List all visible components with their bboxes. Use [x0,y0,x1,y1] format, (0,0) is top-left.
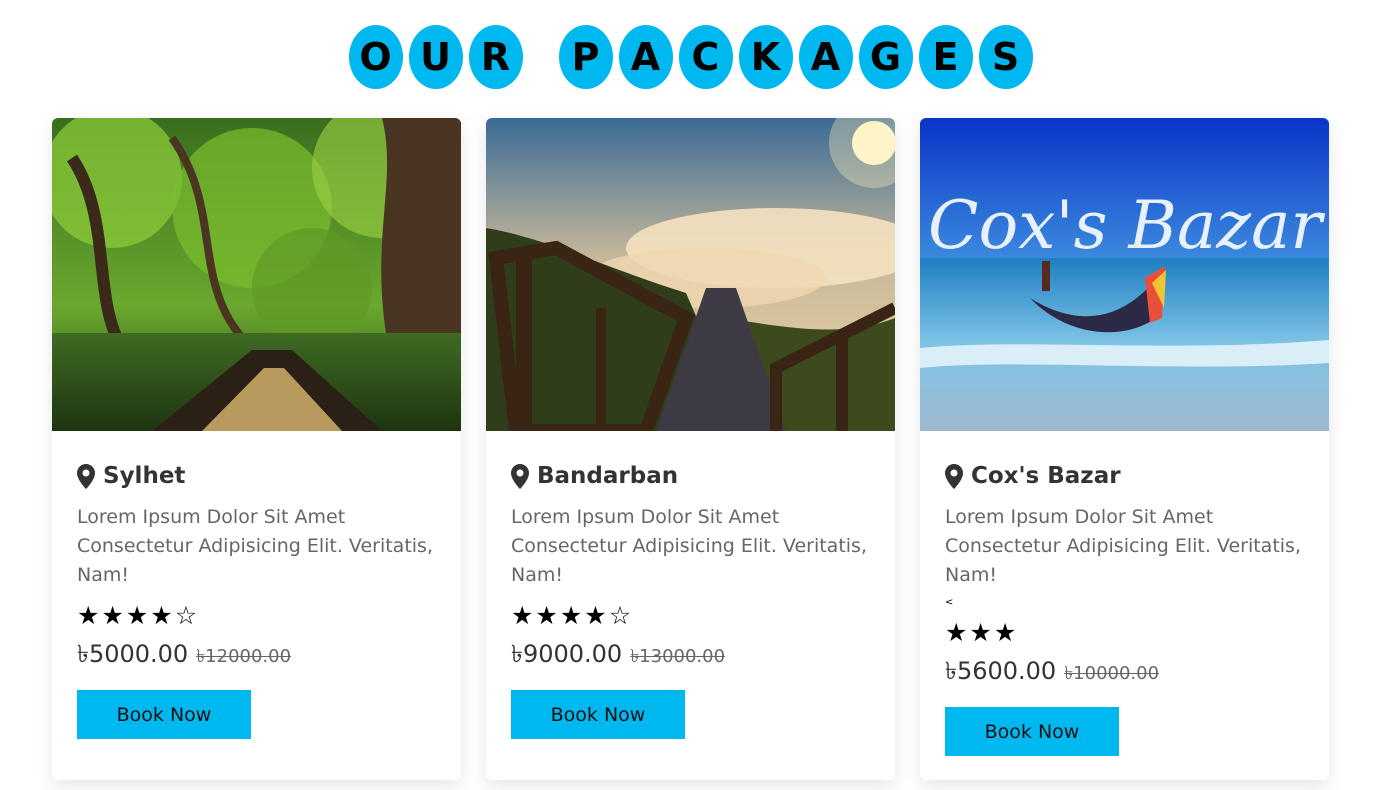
heading-letter: U [408,25,463,89]
mangrove-boat-image [52,118,461,431]
book-now-button[interactable]: Book Now [511,690,685,739]
location-row: Cox's Bazar [945,461,1304,491]
package-description: Lorem Ipsum Dolor Sit Amet Consectetur A… [945,506,1301,586]
heading-letter: S [978,25,1033,89]
map-pin-icon [945,463,963,489]
star-empty-icon: ☆ [608,600,632,630]
heading-letter: A [618,25,673,89]
heading-letter: R [468,25,523,89]
star-filled-icon: ★ [993,617,1017,647]
star-filled-icon: ★ [945,617,968,647]
star-filled-icon: ★ [77,600,100,630]
stray-text: < [945,597,954,608]
rating-stars: ★ ★ ★ ★ ☆ [511,600,870,630]
heading-letter: G [858,25,913,89]
price-row: ৳9000.00 ৳13000.00 [511,636,870,676]
star-empty-icon: ☆ [174,600,198,630]
book-now-button[interactable]: Book Now [945,707,1119,756]
heading-letter: A [798,25,853,89]
book-now-button[interactable]: Book Now [77,690,251,739]
old-price: ৳13000.00 [630,646,726,667]
star-filled-icon: ★ [125,600,149,630]
star-filled-icon: ★ [150,600,173,630]
star-filled-icon: ★ [511,600,534,630]
map-pin-icon [511,463,529,489]
location-row: Sylhet [77,461,436,491]
old-price: ৳12000.00 [196,646,292,667]
heading-word-our: O U R [346,25,526,89]
price-row: ৳5600.00 ৳10000.00 [945,653,1304,693]
heading-letter: O [348,25,403,89]
star-filled-icon: ★ [535,600,558,630]
heading-letter: P [558,25,613,89]
heading-letter: E [918,25,973,89]
current-price: ৳5600.00 [945,657,1057,685]
package-card-sylhet: Sylhet Lorem Ipsum Dolor Sit Amet Consec… [52,118,461,780]
star-filled-icon: ★ [559,600,583,630]
location-row: Bandarban [511,461,870,491]
star-filled-icon: ★ [584,600,607,630]
package-card-coxs-bazar: Cox's Bazar Cox's Bazar Lorem Ipsum Dolo… [920,118,1329,780]
image-caption-text: Cox's Bazar [928,187,1325,264]
location-name: Cox's Bazar [971,463,1121,489]
star-filled-icon: ★ [969,617,992,647]
rating-stars: ★ ★ ★ [945,617,1304,647]
location-name: Sylhet [103,463,186,489]
section-heading: O U R P A C K A G E S [0,25,1381,89]
map-pin-icon [77,463,95,489]
rating-stars: ★ ★ ★ ★ ☆ [77,600,436,630]
heading-letter: K [738,25,793,89]
current-price: ৳9000.00 [511,640,623,668]
star-filled-icon: ★ [101,600,124,630]
beach-boat-image: Cox's Bazar [920,118,1329,431]
hill-stairs-image [486,118,895,431]
location-name: Bandarban [537,463,679,489]
heading-letter: C [678,25,733,89]
package-description: Lorem Ipsum Dolor Sit Amet Consectetur A… [511,506,867,586]
package-card-bandarban: Bandarban Lorem Ipsum Dolor Sit Amet Con… [486,118,895,780]
heading-word-packages: P A C K A G E S [556,25,1036,89]
current-price: ৳5000.00 [77,640,189,668]
old-price: ৳10000.00 [1064,663,1160,684]
package-description: Lorem Ipsum Dolor Sit Amet Consectetur A… [77,506,433,586]
price-row: ৳5000.00 ৳12000.00 [77,636,436,676]
package-cards: Sylhet Lorem Ipsum Dolor Sit Amet Consec… [52,118,1329,780]
